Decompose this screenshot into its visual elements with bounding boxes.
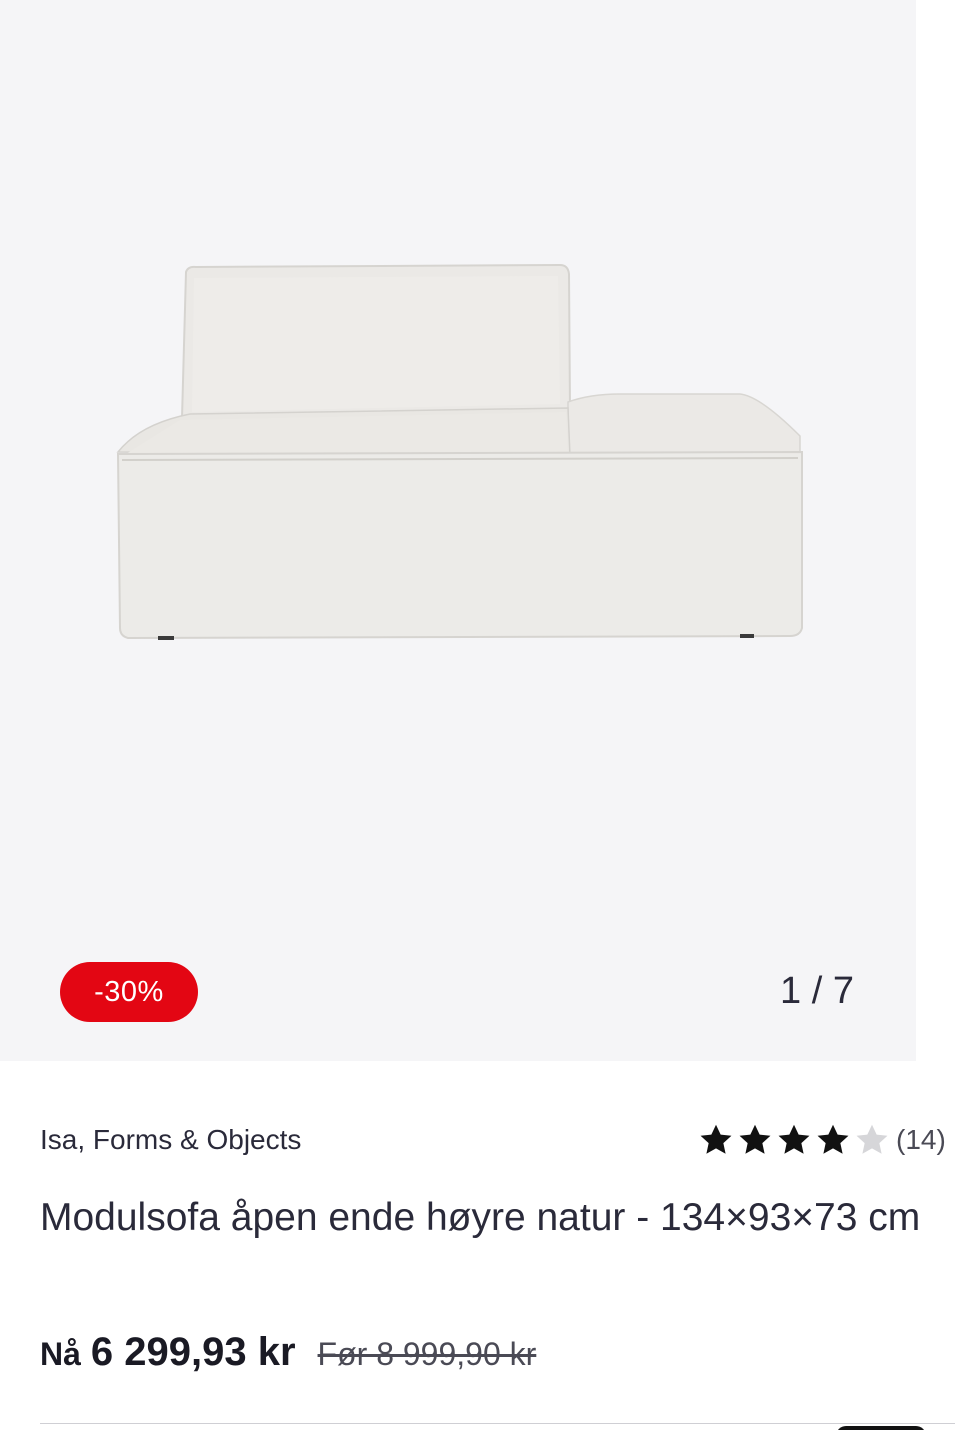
previous-price: Før 8 999,90 kr [317, 1336, 537, 1372]
bottom-action-button[interactable] [836, 1426, 926, 1430]
star-filled-icon [700, 1124, 732, 1154]
discount-badge: -30% [60, 962, 198, 1022]
star-filled-icon [739, 1124, 771, 1154]
star-filled-icon [817, 1124, 849, 1154]
product-title: Modulsofa åpen ende høyre natur - 134×93… [40, 1196, 921, 1239]
brand-name[interactable]: Isa, Forms & Objects [40, 1124, 301, 1156]
current-price: 6 299,93 kr [90, 1330, 296, 1374]
product-image-gallery[interactable]: -30% 1 / 7 [0, 0, 916, 1061]
sofa-product-image [116, 263, 803, 640]
bottom-divider [40, 1423, 955, 1430]
star-empty-icon [856, 1124, 888, 1154]
now-label: Nå [40, 1336, 81, 1372]
star-filled-icon [778, 1124, 810, 1154]
price-row: Nå 6 299,93 kr Før 8 999,90 kr [40, 1330, 536, 1375]
slide-counter: 1 / 7 [780, 970, 854, 1012]
review-count: (14) [896, 1124, 946, 1155]
rating-stars[interactable]: (14) [698, 1122, 946, 1158]
